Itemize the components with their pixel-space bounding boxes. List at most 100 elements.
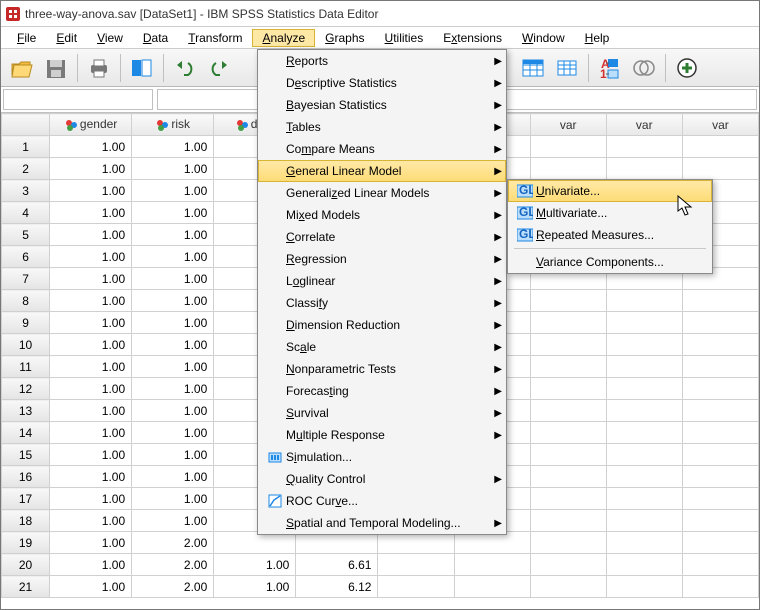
cell-empty[interactable] xyxy=(378,576,454,598)
cell-empty[interactable] xyxy=(530,312,606,334)
cell-empty[interactable] xyxy=(606,290,682,312)
cell-empty[interactable] xyxy=(682,488,758,510)
cell[interactable]: 1.00 xyxy=(132,290,214,312)
cell[interactable]: 1.00 xyxy=(132,356,214,378)
cell-empty[interactable] xyxy=(530,400,606,422)
cell[interactable]: 1.00 xyxy=(50,158,132,180)
row-header[interactable]: 19 xyxy=(2,532,50,554)
menu-item-forecast[interactable]: Forecasting ▶ xyxy=(258,380,506,402)
cell[interactable]: 1.00 xyxy=(132,312,214,334)
cell[interactable]: 1.00 xyxy=(132,422,214,444)
menu-item-qc[interactable]: Quality Control ▶ xyxy=(258,468,506,490)
cell[interactable]: 6.12 xyxy=(296,576,378,598)
cell[interactable]: 1.00 xyxy=(132,444,214,466)
cell-empty[interactable] xyxy=(530,136,606,158)
menu-item-mixed[interactable]: Mixed Models ▶ xyxy=(258,204,506,226)
cell[interactable]: 1.00 xyxy=(132,246,214,268)
cell-empty[interactable] xyxy=(606,466,682,488)
menu-item-spatial[interactable]: Spatial and Temporal Modeling... ▶ xyxy=(258,512,506,534)
cell[interactable]: 1.00 xyxy=(50,532,132,554)
add-icon[interactable] xyxy=(672,53,702,83)
cell[interactable]: 1.00 xyxy=(132,158,214,180)
cell-empty[interactable] xyxy=(606,136,682,158)
row-header[interactable]: 17 xyxy=(2,488,50,510)
cell[interactable]: 1.00 xyxy=(132,400,214,422)
cell-empty[interactable] xyxy=(682,290,758,312)
cell[interactable]: 1.00 xyxy=(132,488,214,510)
row-header[interactable]: 8 xyxy=(2,290,50,312)
print-icon[interactable] xyxy=(84,53,114,83)
cell-empty[interactable] xyxy=(606,378,682,400)
cell[interactable]: 1.00 xyxy=(132,378,214,400)
cell-empty[interactable] xyxy=(682,532,758,554)
cell[interactable]: 1.00 xyxy=(50,554,132,576)
cell-empty[interactable] xyxy=(682,466,758,488)
cell-empty[interactable] xyxy=(606,532,682,554)
cell-empty[interactable] xyxy=(682,378,758,400)
menu-item-sim[interactable]: Simulation... xyxy=(258,446,506,468)
cell-empty[interactable] xyxy=(530,378,606,400)
grid-small-icon[interactable] xyxy=(552,53,582,83)
submenu-item-vc[interactable]: Variance Components... xyxy=(508,251,712,273)
cell[interactable]: 1.00 xyxy=(50,576,132,598)
cell-empty[interactable] xyxy=(530,444,606,466)
cell-empty[interactable] xyxy=(606,422,682,444)
cell-empty[interactable] xyxy=(682,510,758,532)
cell[interactable]: 2.00 xyxy=(132,576,214,598)
row-header[interactable]: 10 xyxy=(2,334,50,356)
cell-empty[interactable] xyxy=(530,356,606,378)
cell-empty[interactable] xyxy=(530,466,606,488)
row-header[interactable]: 6 xyxy=(2,246,50,268)
menu-item-multresp[interactable]: Multiple Response ▶ xyxy=(258,424,506,446)
cell-empty[interactable] xyxy=(682,576,758,598)
cell-empty[interactable] xyxy=(606,400,682,422)
menu-item-classify[interactable]: Classify ▶ xyxy=(258,292,506,314)
menu-item-bayes[interactable]: Bayesian Statistics ▶ xyxy=(258,94,506,116)
cell[interactable]: 2.00 xyxy=(132,532,214,554)
cell[interactable]: 1.00 xyxy=(50,466,132,488)
menu-edit[interactable]: Edit xyxy=(46,29,87,47)
save-icon[interactable] xyxy=(41,53,71,83)
cell[interactable]: 1.00 xyxy=(214,554,296,576)
cell[interactable]: 1.00 xyxy=(132,466,214,488)
column-header-empty[interactable]: var xyxy=(606,114,682,136)
cell-empty[interactable] xyxy=(530,532,606,554)
cell[interactable]: 1.00 xyxy=(50,510,132,532)
cell-empty[interactable] xyxy=(682,356,758,378)
row-header[interactable]: 1 xyxy=(2,136,50,158)
cell[interactable]: 1.00 xyxy=(214,576,296,598)
submenu-item-rep[interactable]: GLM Repeated Measures... xyxy=(508,224,712,246)
cell-empty[interactable] xyxy=(682,554,758,576)
data-view-icon[interactable] xyxy=(127,53,157,83)
cell[interactable]: 1.00 xyxy=(50,356,132,378)
undo-icon[interactable] xyxy=(170,53,200,83)
row-header[interactable]: 11 xyxy=(2,356,50,378)
menu-data[interactable]: Data xyxy=(133,29,178,47)
cell-empty[interactable] xyxy=(606,510,682,532)
grid-icon[interactable] xyxy=(518,53,548,83)
cell[interactable]: 1.00 xyxy=(132,180,214,202)
redo-icon[interactable] xyxy=(204,53,234,83)
menu-item-tables[interactable]: Tables ▶ xyxy=(258,116,506,138)
row-header[interactable]: 5 xyxy=(2,224,50,246)
menu-file[interactable]: File xyxy=(7,29,46,47)
row-header[interactable]: 16 xyxy=(2,466,50,488)
cell-empty[interactable] xyxy=(682,158,758,180)
cell[interactable]: 1.00 xyxy=(50,224,132,246)
menu-item-survival[interactable]: Survival ▶ xyxy=(258,402,506,424)
cell-empty[interactable] xyxy=(530,488,606,510)
row-header[interactable]: 13 xyxy=(2,400,50,422)
cell[interactable]: 1.00 xyxy=(50,180,132,202)
row-header[interactable]: 2 xyxy=(2,158,50,180)
cell-empty[interactable] xyxy=(606,576,682,598)
value-labels-icon[interactable]: A1 xyxy=(595,53,625,83)
row-header[interactable]: 14 xyxy=(2,422,50,444)
menu-item-corr[interactable]: Correlate ▶ xyxy=(258,226,506,248)
cell-empty[interactable] xyxy=(682,444,758,466)
column-header-risk[interactable]: risk xyxy=(132,114,214,136)
menu-item-glm[interactable]: General Linear Model ▶ xyxy=(258,160,506,182)
column-header-empty[interactable]: var xyxy=(530,114,606,136)
column-header-empty[interactable]: var xyxy=(682,114,758,136)
cell-name-box[interactable] xyxy=(3,89,153,110)
cell[interactable]: 1.00 xyxy=(132,202,214,224)
